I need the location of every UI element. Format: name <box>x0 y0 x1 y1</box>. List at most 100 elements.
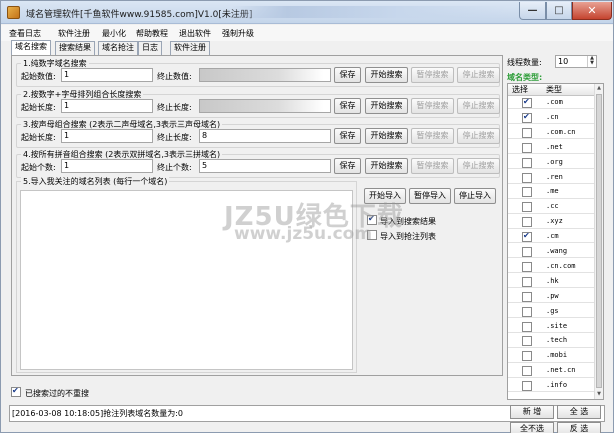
type-checkbox[interactable] <box>522 97 532 108</box>
scroll-down-icon[interactable]: ▼ <box>595 390 603 399</box>
type-checkbox[interactable] <box>522 127 532 138</box>
pause-search-button-2[interactable]: 暂停搜索 <box>411 98 454 114</box>
type-row[interactable]: .cc <box>508 201 594 214</box>
initials-start-input[interactable]: 1 <box>61 129 153 143</box>
no-repeat-checkbox[interactable] <box>11 386 21 397</box>
start-search-button-4[interactable]: 开始搜索 <box>365 158 408 174</box>
scroll-thumb[interactable] <box>596 94 602 388</box>
domain-type-grid: 选择 类型 .com.cn.com.cn.net.org.ren.me.cc.x… <box>507 83 604 400</box>
title-bar[interactable]: 域名管理软件[千鱼软件www.91585.com]V1.0[未注册] — □ ✕ <box>1 1 613 24</box>
maximize-button[interactable]: □ <box>546 2 572 20</box>
type-row[interactable]: .com <box>508 97 594 110</box>
type-checkbox[interactable] <box>522 112 532 123</box>
type-checkbox[interactable] <box>522 336 532 347</box>
close-button[interactable]: ✕ <box>572 2 612 20</box>
save-button-2[interactable]: 保存 <box>334 98 361 114</box>
save-button-1[interactable]: 保存 <box>334 67 361 83</box>
pinyin-end-input[interactable]: 5 <box>199 159 331 173</box>
col-type-header[interactable]: 类型 <box>546 84 562 95</box>
type-checkbox[interactable] <box>522 202 532 213</box>
type-row[interactable]: .gs <box>508 306 594 318</box>
type-row[interactable]: .site <box>508 321 594 333</box>
type-row[interactable]: .wang <box>508 246 594 259</box>
pause-import-button[interactable]: 暂停导入 <box>409 188 451 204</box>
end-length-input[interactable] <box>199 99 331 113</box>
threads-spinner[interactable]: 10 ▲ ▼ <box>555 55 597 68</box>
stop-import-button[interactable]: 停止导入 <box>454 188 496 204</box>
type-checkbox[interactable] <box>522 247 532 257</box>
type-checkbox[interactable] <box>522 351 532 362</box>
type-checkbox[interactable] <box>522 261 532 272</box>
minimize-button[interactable]: — <box>519 2 546 20</box>
type-checkbox[interactable] <box>522 381 532 392</box>
type-checkbox[interactable] <box>522 187 532 198</box>
type-checkbox[interactable] <box>522 142 532 153</box>
type-checkbox[interactable] <box>522 172 532 183</box>
pinyin-start-input[interactable]: 1 <box>61 159 153 173</box>
menu-minimize[interactable]: 最小化 <box>102 28 126 39</box>
type-checkbox[interactable] <box>522 291 532 302</box>
type-row[interactable]: .info <box>508 380 594 393</box>
type-checkbox[interactable] <box>522 231 532 243</box>
type-row[interactable]: .pw <box>508 291 594 304</box>
start-value-input[interactable]: 1 <box>61 68 153 82</box>
search-panel: 1.纯数字域名搜索 起始数值: 1 终止数值: 保存 开始搜索 暂停搜索 停止搜… <box>11 55 503 376</box>
tab-search-results[interactable]: 搜索结果 <box>55 41 95 55</box>
col-select-header[interactable]: 选择 <box>512 84 528 95</box>
menu-register[interactable]: 软件注册 <box>58 28 90 39</box>
type-row[interactable]: .org <box>508 157 594 169</box>
end-value-input[interactable] <box>199 68 331 82</box>
app-icon <box>7 6 20 19</box>
start-search-button-3[interactable]: 开始搜索 <box>365 128 408 144</box>
type-checkbox[interactable] <box>522 366 532 377</box>
save-button-4[interactable]: 保存 <box>334 158 361 174</box>
menu-help[interactable]: 帮助教程 <box>136 28 168 39</box>
type-checkbox[interactable] <box>522 157 532 168</box>
type-row[interactable]: .tech <box>508 335 594 348</box>
stop-search-button-3[interactable]: 停止搜索 <box>457 128 500 144</box>
menu-view-log[interactable]: 查看日志 <box>9 28 41 39</box>
invert-selection-button[interactable]: 反 选 <box>557 422 601 433</box>
type-row[interactable]: .ren <box>508 172 594 184</box>
type-row[interactable]: .mobi <box>508 350 594 363</box>
type-row[interactable]: .hk <box>508 276 594 289</box>
vertical-scrollbar[interactable]: ▲ ▼ <box>594 84 603 399</box>
pinyin-end-label: 终止个数: <box>157 163 192 172</box>
stop-search-button-4[interactable]: 停止搜索 <box>457 158 500 174</box>
pause-search-button-3[interactable]: 暂停搜索 <box>411 128 454 144</box>
select-all-button[interactable]: 全 选 <box>557 405 601 419</box>
scroll-up-icon[interactable]: ▲ <box>595 84 603 93</box>
pause-search-button-4[interactable]: 暂停搜索 <box>411 158 454 174</box>
tab-domain-snipe[interactable]: 域名抢注 <box>98 41 138 55</box>
spinner-arrows-icon[interactable]: ▲ ▼ <box>587 56 596 67</box>
type-extension: .xyz <box>546 217 563 226</box>
type-row[interactable]: .cn.com <box>508 261 594 274</box>
pause-search-button-1[interactable]: 暂停搜索 <box>411 67 454 83</box>
save-button-3[interactable]: 保存 <box>334 128 361 144</box>
start-search-button-1[interactable]: 开始搜索 <box>365 67 408 83</box>
type-row[interactable]: .com.cn <box>508 127 594 140</box>
select-none-button[interactable]: 全不选 <box>510 422 554 433</box>
tab-register[interactable]: 软件注册 <box>170 41 210 55</box>
tab-log[interactable]: 日志 <box>138 41 162 55</box>
type-row[interactable]: .cm <box>508 231 594 244</box>
type-checkbox[interactable] <box>522 306 532 317</box>
stop-search-button-2[interactable]: 停止搜索 <box>457 98 500 114</box>
start-search-button-2[interactable]: 开始搜索 <box>365 98 408 114</box>
type-extension: .hk <box>546 276 559 285</box>
type-row[interactable]: .xyz <box>508 216 594 229</box>
type-row[interactable]: .me <box>508 186 594 199</box>
tab-domain-search[interactable]: 域名搜索 <box>11 40 51 55</box>
menu-exit[interactable]: 退出软件 <box>179 28 211 39</box>
type-checkbox[interactable] <box>522 217 532 228</box>
menu-force-upgrade[interactable]: 强制升级 <box>222 28 254 39</box>
type-checkbox[interactable] <box>522 321 532 332</box>
type-row[interactable]: .net <box>508 142 594 155</box>
type-row[interactable]: .net.cn <box>508 365 594 378</box>
add-type-button[interactable]: 新 增 <box>510 405 554 419</box>
initials-end-input[interactable]: 8 <box>199 129 331 143</box>
stop-search-button-1[interactable]: 停止搜索 <box>457 67 500 83</box>
type-checkbox[interactable] <box>522 276 532 287</box>
type-row[interactable]: .cn <box>508 112 594 125</box>
start-length-input[interactable]: 1 <box>61 99 153 113</box>
